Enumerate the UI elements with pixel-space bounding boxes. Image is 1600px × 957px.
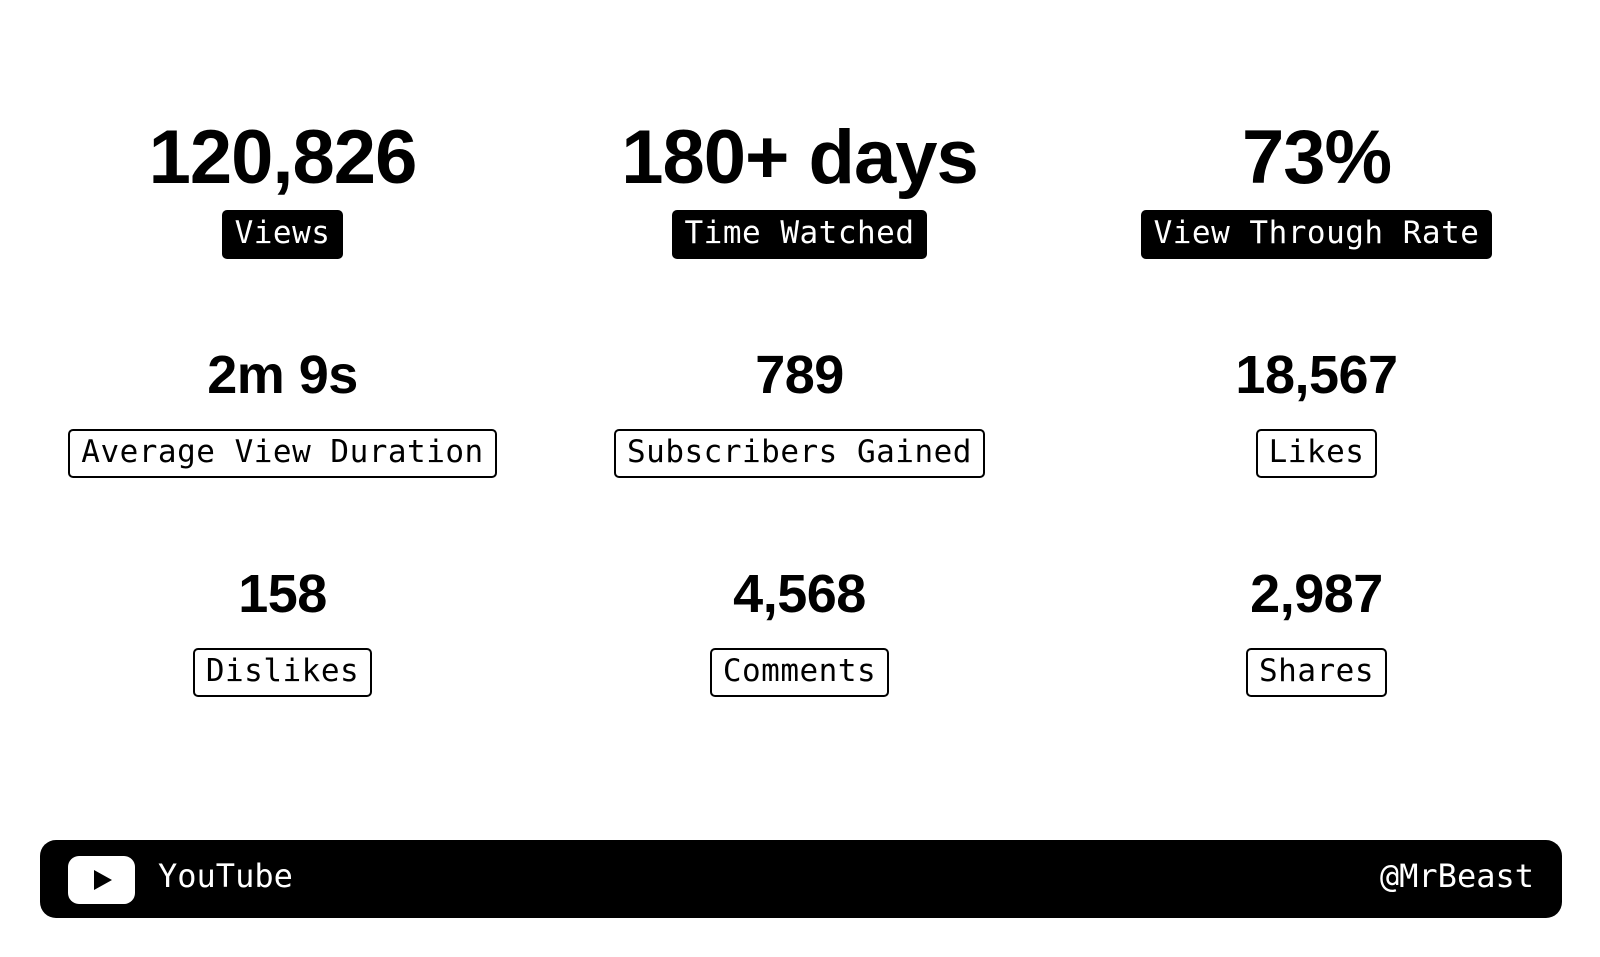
stat-value: 158 [238,564,327,624]
stat-label: Average View Duration [68,429,497,478]
stat-shares: 2,987 Shares [1050,567,1583,697]
stat-label: Time Watched [671,210,928,259]
stat-value: 2,987 [1250,564,1383,624]
stat-likes: 18,567 Likes [1050,348,1583,478]
stat-value: 4,568 [733,564,866,624]
stat-dislikes: 158 Dislikes [16,567,549,697]
stat-comments: 4,568 Comments [533,567,1066,697]
stat-average-view-duration: 2m 9s Average View Duration [16,348,549,478]
stat-label: Subscribers Gained [614,429,985,478]
stat-value: 73% [1241,115,1392,200]
stat-value: 2m 9s [207,345,358,405]
stat-value: 789 [755,345,844,405]
stat-label: Shares [1246,648,1387,697]
stat-label: Likes [1255,429,1378,478]
youtube-play-icon [68,856,135,904]
stat-label: Comments [709,648,890,697]
stat-views: 120,826 Views [16,120,549,259]
stat-view-through-rate: 73% View Through Rate [1050,120,1583,259]
stat-label: Dislikes [192,648,373,697]
platform-name: YouTube [158,857,293,895]
footer-bar: YouTube @MrBeast [40,840,1562,918]
stat-value: 180+ days [621,115,979,200]
stat-value: 18,567 [1235,345,1398,405]
channel-handle: @MrBeast [1379,857,1534,895]
stat-label: View Through Rate [1140,210,1493,259]
stat-time-watched: 180+ days Time Watched [533,120,1066,259]
stat-value: 120,826 [148,115,418,200]
stat-subscribers-gained: 789 Subscribers Gained [533,348,1066,478]
stat-label: Views [221,210,344,259]
